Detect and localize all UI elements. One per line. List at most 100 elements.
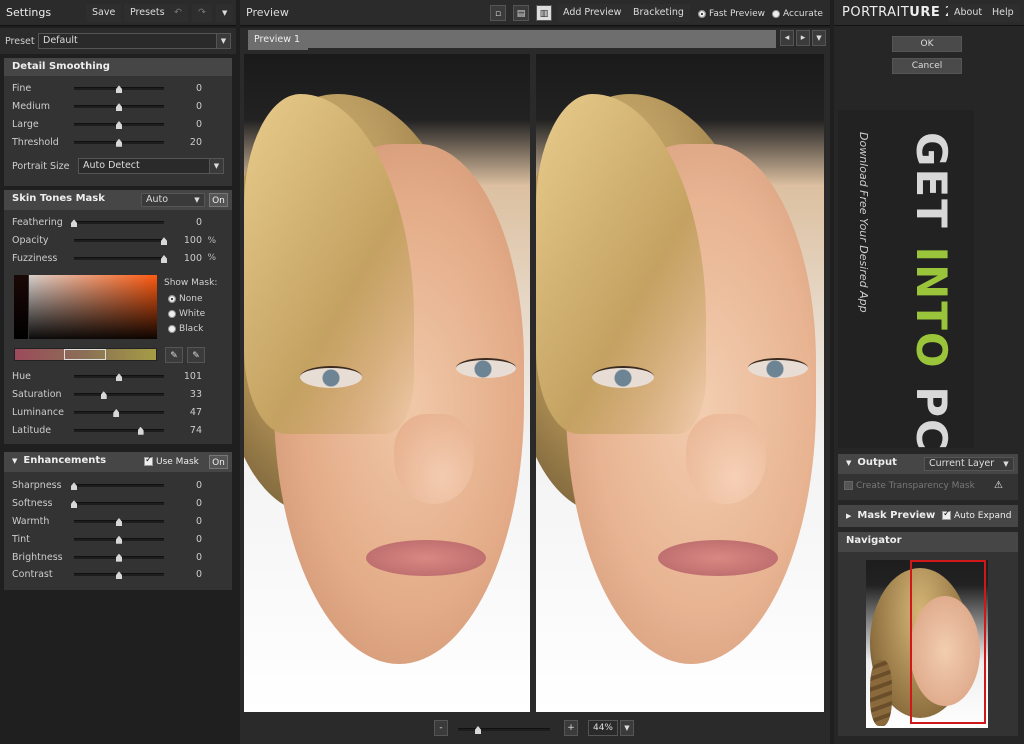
slider-value: 0 — [195, 217, 202, 229]
slider-track[interactable] — [74, 391, 164, 400]
tab-left-icon[interactable]: ◂ — [780, 30, 794, 46]
redo-icon[interactable]: ↷ — [192, 4, 212, 22]
slider-track[interactable] — [74, 103, 164, 112]
radio[interactable] — [772, 9, 780, 18]
zoom-out-button[interactable]: - — [434, 720, 448, 736]
help-button[interactable]: Help — [986, 4, 1020, 22]
slider-track[interactable] — [74, 254, 167, 263]
slider-label: Contrast — [12, 569, 53, 581]
ok-button[interactable]: OK — [892, 36, 962, 52]
slider-label: Warmth — [12, 515, 50, 527]
slider-thumb[interactable] — [116, 85, 122, 94]
slider-label: Brightness — [12, 551, 63, 563]
slider-thumb[interactable] — [116, 571, 122, 580]
slider-track[interactable] — [74, 535, 164, 544]
watermark-word: INTO — [907, 246, 956, 370]
cancel-button[interactable]: Cancel — [892, 58, 962, 74]
preset-dropdown[interactable]: Default ▼ — [38, 33, 231, 49]
zoom-slider-track[interactable] — [458, 726, 550, 734]
slider-track[interactable] — [74, 426, 164, 435]
radio[interactable] — [168, 324, 176, 333]
menu-arrow-icon[interactable]: ▼ — [216, 4, 234, 22]
use-mask-checkbox[interactable]: Use Mask — [144, 455, 199, 467]
checkbox-icon[interactable] — [844, 481, 853, 490]
navigator-view-frame[interactable] — [910, 560, 986, 724]
slider-track[interactable] — [74, 237, 167, 246]
original-image[interactable] — [244, 54, 530, 712]
slider-label: Opacity — [12, 235, 49, 247]
slider-track[interactable] — [74, 85, 164, 94]
zoom-value-field[interactable]: 44% — [588, 720, 618, 736]
output-dropdown[interactable]: Current Layer ▼ — [924, 457, 1014, 471]
undo-icon[interactable]: ↶ — [168, 4, 188, 22]
slider-value: 0 — [195, 533, 202, 545]
about-button[interactable]: About — [948, 4, 989, 22]
skin-mode-value: Auto — [146, 194, 169, 205]
color-range-selection[interactable] — [64, 349, 106, 360]
slider-track[interactable] — [74, 517, 164, 526]
fast-preview-option[interactable]: Fast Preview — [698, 9, 765, 19]
slider-track[interactable] — [74, 571, 164, 580]
mask-option-label: White — [179, 309, 206, 319]
slider-thumb[interactable] — [116, 103, 122, 112]
slider-track[interactable] — [71, 219, 164, 228]
slider-track[interactable] — [74, 373, 164, 382]
slider-row-fuzziness: Fuzziness 100% — [4, 250, 232, 268]
chevron-down-icon: ▼ — [216, 34, 230, 48]
slider-thumb[interactable] — [137, 426, 144, 435]
bracketing-button[interactable]: Bracketing — [627, 4, 690, 22]
split-horizontal-icon[interactable]: ▤ — [513, 5, 529, 21]
slider-thumb[interactable] — [116, 553, 122, 562]
mask-option-black[interactable]: Black — [168, 324, 203, 334]
slider-thumb[interactable] — [116, 120, 122, 129]
split-vertical-icon[interactable]: ▥ — [536, 5, 552, 21]
radio-selected[interactable] — [698, 9, 706, 18]
slider-thumb[interactable] — [116, 138, 122, 147]
slider-value: 33 — [189, 389, 202, 401]
zoom-dropdown-icon[interactable]: ▼ — [620, 720, 634, 736]
color-field[interactable] — [29, 275, 157, 339]
tab-menu-icon[interactable]: ▼ — [812, 30, 826, 46]
slider-track[interactable] — [74, 553, 164, 562]
slider-track[interactable] — [71, 500, 164, 509]
single-view-icon[interactable]: ▫ — [490, 5, 506, 21]
checkbox-icon[interactable] — [144, 455, 153, 466]
watermark-word: GET — [907, 132, 956, 230]
checkbox-icon[interactable] — [942, 509, 951, 520]
save-button[interactable]: Save — [86, 4, 122, 22]
eyedropper-add-icon[interactable]: ✎ — [187, 347, 205, 363]
mask-option-white[interactable]: White — [168, 309, 205, 319]
preset-label: Preset — [5, 36, 35, 47]
slider-thumb[interactable] — [116, 373, 122, 382]
slider-thumb[interactable] — [100, 391, 107, 400]
slider-track[interactable] — [71, 482, 164, 491]
presets-button[interactable]: Presets — [124, 4, 171, 22]
zoom-in-button[interactable]: + — [564, 720, 578, 736]
slider-row-brightness: Brightness 0 — [4, 548, 232, 566]
slider-track[interactable] — [74, 120, 164, 129]
slider-thumb[interactable] — [113, 408, 120, 417]
add-preview-button[interactable]: Add Preview — [557, 4, 628, 22]
tab-preview-1[interactable]: Preview 1 — [248, 30, 308, 50]
enhancements-on-toggle[interactable]: On — [209, 455, 228, 469]
slider-thumb[interactable] — [116, 517, 122, 526]
preview-topbar: Preview ▫ ▤ ▥ Add Preview Bracketing Fas… — [240, 0, 830, 26]
portrait-size-dropdown[interactable]: Auto Detect ▼ — [78, 158, 224, 174]
slider-track[interactable] — [74, 408, 164, 417]
slider-thumb[interactable] — [116, 535, 122, 544]
slider-track[interactable] — [74, 138, 164, 147]
radio[interactable] — [168, 309, 176, 318]
tab-right-icon[interactable]: ▸ — [796, 30, 810, 46]
eyedropper-icon[interactable]: ✎ — [165, 347, 183, 363]
skin-on-toggle[interactable]: On — [209, 193, 228, 207]
retouched-image[interactable] — [536, 54, 824, 712]
accurate-option[interactable]: Accurate — [772, 9, 823, 19]
radio-selected[interactable] — [168, 294, 176, 303]
skin-mode-dropdown[interactable]: Auto ▼ — [141, 193, 205, 207]
zoom-slider-thumb[interactable] — [475, 726, 481, 734]
hue-strip[interactable] — [14, 275, 28, 339]
auto-expand-checkbox[interactable]: Auto Expand — [942, 509, 1011, 521]
preview-area[interactable] — [240, 50, 830, 715]
create-transparency-checkbox[interactable]: Create Transparency Mask — [844, 481, 975, 491]
mask-option-none[interactable]: None — [168, 294, 202, 304]
